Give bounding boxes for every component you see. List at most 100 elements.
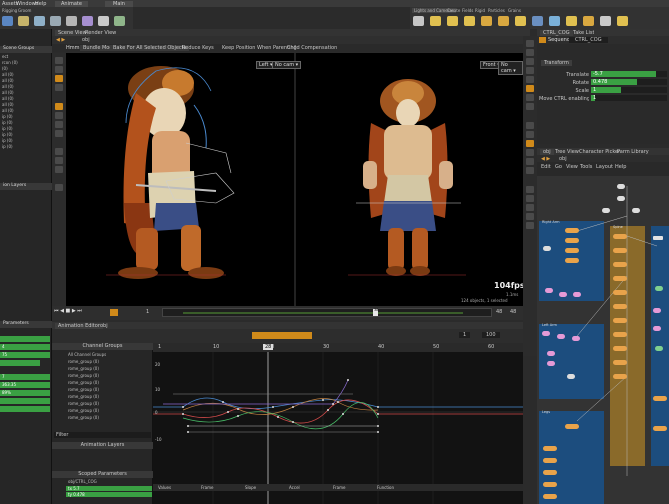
visibility-icon[interactable] xyxy=(526,85,534,92)
current-frame-marker[interactable]: 28 xyxy=(263,344,274,350)
child-compensation-checkbox[interactable]: Child Compensation xyxy=(287,45,337,51)
function-tab[interactable]: Function xyxy=(377,485,394,490)
net-node[interactable] xyxy=(565,228,579,233)
ambient-light-icon[interactable] xyxy=(617,16,628,26)
render-region-icon[interactable] xyxy=(526,222,534,229)
timeline-end[interactable]: 48 xyxy=(496,309,502,315)
lock-camera-icon[interactable] xyxy=(526,49,534,56)
net-node[interactable] xyxy=(567,374,575,379)
apply-tool-icon[interactable] xyxy=(2,16,13,26)
frame-tab[interactable]: Frame xyxy=(201,485,213,490)
net-node[interactable] xyxy=(617,196,625,201)
shelf-tab-grains[interactable]: Grains xyxy=(508,8,521,13)
param-bar[interactable]: 75 xyxy=(0,352,50,358)
net-node[interactable] xyxy=(613,290,627,295)
net-node[interactable] xyxy=(543,446,557,451)
rotate-tool-icon[interactable] xyxy=(55,84,63,91)
snapshot-icon[interactable] xyxy=(526,131,534,138)
ghost-icon[interactable] xyxy=(526,76,534,83)
range-end[interactable]: 48 xyxy=(510,309,516,315)
net-node[interactable] xyxy=(543,458,557,463)
area-light-icon[interactable] xyxy=(464,16,475,26)
menu-tools[interactable]: Tools xyxy=(580,164,592,170)
build-rig-icon[interactable] xyxy=(66,16,77,26)
go-bas-icon[interactable] xyxy=(114,16,125,26)
param-bar[interactable]: 89% xyxy=(0,390,50,396)
net-node[interactable] xyxy=(602,208,610,213)
param-bar[interactable]: 4 xyxy=(0,344,50,350)
menu-layout[interactable]: Layout xyxy=(596,164,613,170)
net-node[interactable] xyxy=(655,346,663,351)
scoped-tx-channel[interactable]: tx 5.7 xyxy=(66,486,152,491)
scale-field[interactable]: 1 xyxy=(591,87,667,93)
transform-section-tab[interactable]: Transform xyxy=(541,60,572,66)
normals-icon[interactable] xyxy=(526,103,534,110)
frame-start-field[interactable]: 1 xyxy=(459,332,471,338)
frame-icon[interactable] xyxy=(526,195,534,202)
geometry-light-icon[interactable] xyxy=(481,16,492,26)
link-icon[interactable] xyxy=(526,186,534,193)
slope-tab[interactable]: Slope xyxy=(245,485,256,490)
net-node[interactable] xyxy=(653,426,667,431)
net-node[interactable] xyxy=(545,288,553,293)
keep-position-checkbox[interactable]: Keep Position When Parenting xyxy=(222,45,297,51)
menu-edit[interactable]: Edit xyxy=(541,164,551,170)
rotate-field[interactable]: 0.478 xyxy=(591,79,667,85)
camera-icon[interactable] xyxy=(413,16,424,26)
param-bar[interactable] xyxy=(0,336,50,342)
menu-help-network[interactable]: Help xyxy=(615,164,626,170)
scene-viewport[interactable]: Left ▾ No cam ▾ Front ▾ No cam ▾ 104fps … xyxy=(66,53,523,306)
filter-field[interactable]: Filter xyxy=(54,432,151,438)
key-tools-group[interactable] xyxy=(252,332,312,339)
pose-icon[interactable] xyxy=(82,16,93,26)
back-arrow-icon[interactable]: ◀ ▶ xyxy=(56,37,65,43)
playback-controls-icon[interactable]: ⏮ ◀ ■ ▶ ⏭ xyxy=(54,308,82,314)
list-item[interactable]: rome_group (0) xyxy=(66,359,152,365)
param-bar[interactable] xyxy=(0,360,40,366)
home-icon[interactable] xyxy=(526,204,534,211)
net-node[interactable] xyxy=(613,346,627,351)
play-button[interactable] xyxy=(110,309,118,316)
frame2-tab[interactable]: Frame xyxy=(333,485,345,490)
list-item[interactable]: rome_group (0) xyxy=(66,380,152,386)
brush-tool-icon[interactable] xyxy=(55,148,63,155)
render-tool-icon[interactable] xyxy=(55,166,63,173)
net-node[interactable] xyxy=(655,286,663,291)
net-node[interactable] xyxy=(613,332,627,337)
list-item[interactable]: All Channel Groups xyxy=(66,352,152,358)
view-tool-icon[interactable] xyxy=(55,112,63,119)
net-node[interactable] xyxy=(573,292,581,297)
volume-light-icon[interactable] xyxy=(498,16,509,26)
net-node[interactable] xyxy=(547,351,555,356)
param-bar[interactable] xyxy=(0,406,50,412)
list-item[interactable]: obj/CTRL_COG xyxy=(66,479,152,485)
points-icon[interactable] xyxy=(526,94,534,101)
menu-view[interactable]: View xyxy=(566,164,578,170)
param-bar[interactable]: 7 xyxy=(0,374,50,380)
move-tool-icon[interactable] xyxy=(55,66,63,73)
list-item[interactable]: rome_group (0) xyxy=(66,394,152,400)
net-node[interactable] xyxy=(653,236,663,240)
shelf-tab-rigging[interactable]: Rigging xyxy=(2,8,17,13)
paint-tool-icon[interactable] xyxy=(55,157,63,164)
pose-tool-icon[interactable] xyxy=(55,75,63,82)
sky-light-icon[interactable] xyxy=(549,16,560,26)
portal-light-icon[interactable] xyxy=(600,16,611,26)
snap-tool-icon[interactable] xyxy=(55,130,63,137)
shaded-icon[interactable] xyxy=(526,67,534,74)
right-view-nocam-select[interactable]: No cam ▾ xyxy=(498,61,523,75)
net-node[interactable] xyxy=(543,482,557,487)
net-node[interactable] xyxy=(653,308,661,313)
net-node[interactable] xyxy=(613,248,627,253)
shelf-tab-rigid[interactable]: Rigid xyxy=(475,8,485,13)
net-node[interactable] xyxy=(557,334,565,339)
reduce-keys-checkbox[interactable]: Reduce Keys xyxy=(182,45,214,51)
net-node[interactable] xyxy=(565,258,579,263)
select-tool-icon[interactable] xyxy=(55,57,63,64)
shelf-tab-fields[interactable]: Fields xyxy=(462,8,473,13)
net-node[interactable] xyxy=(613,276,627,281)
light-icon[interactable] xyxy=(526,140,534,147)
net-node[interactable] xyxy=(613,360,627,365)
list-item[interactable]: rome_group (0) xyxy=(66,408,152,414)
list-item[interactable]: ip (0) xyxy=(0,144,50,150)
